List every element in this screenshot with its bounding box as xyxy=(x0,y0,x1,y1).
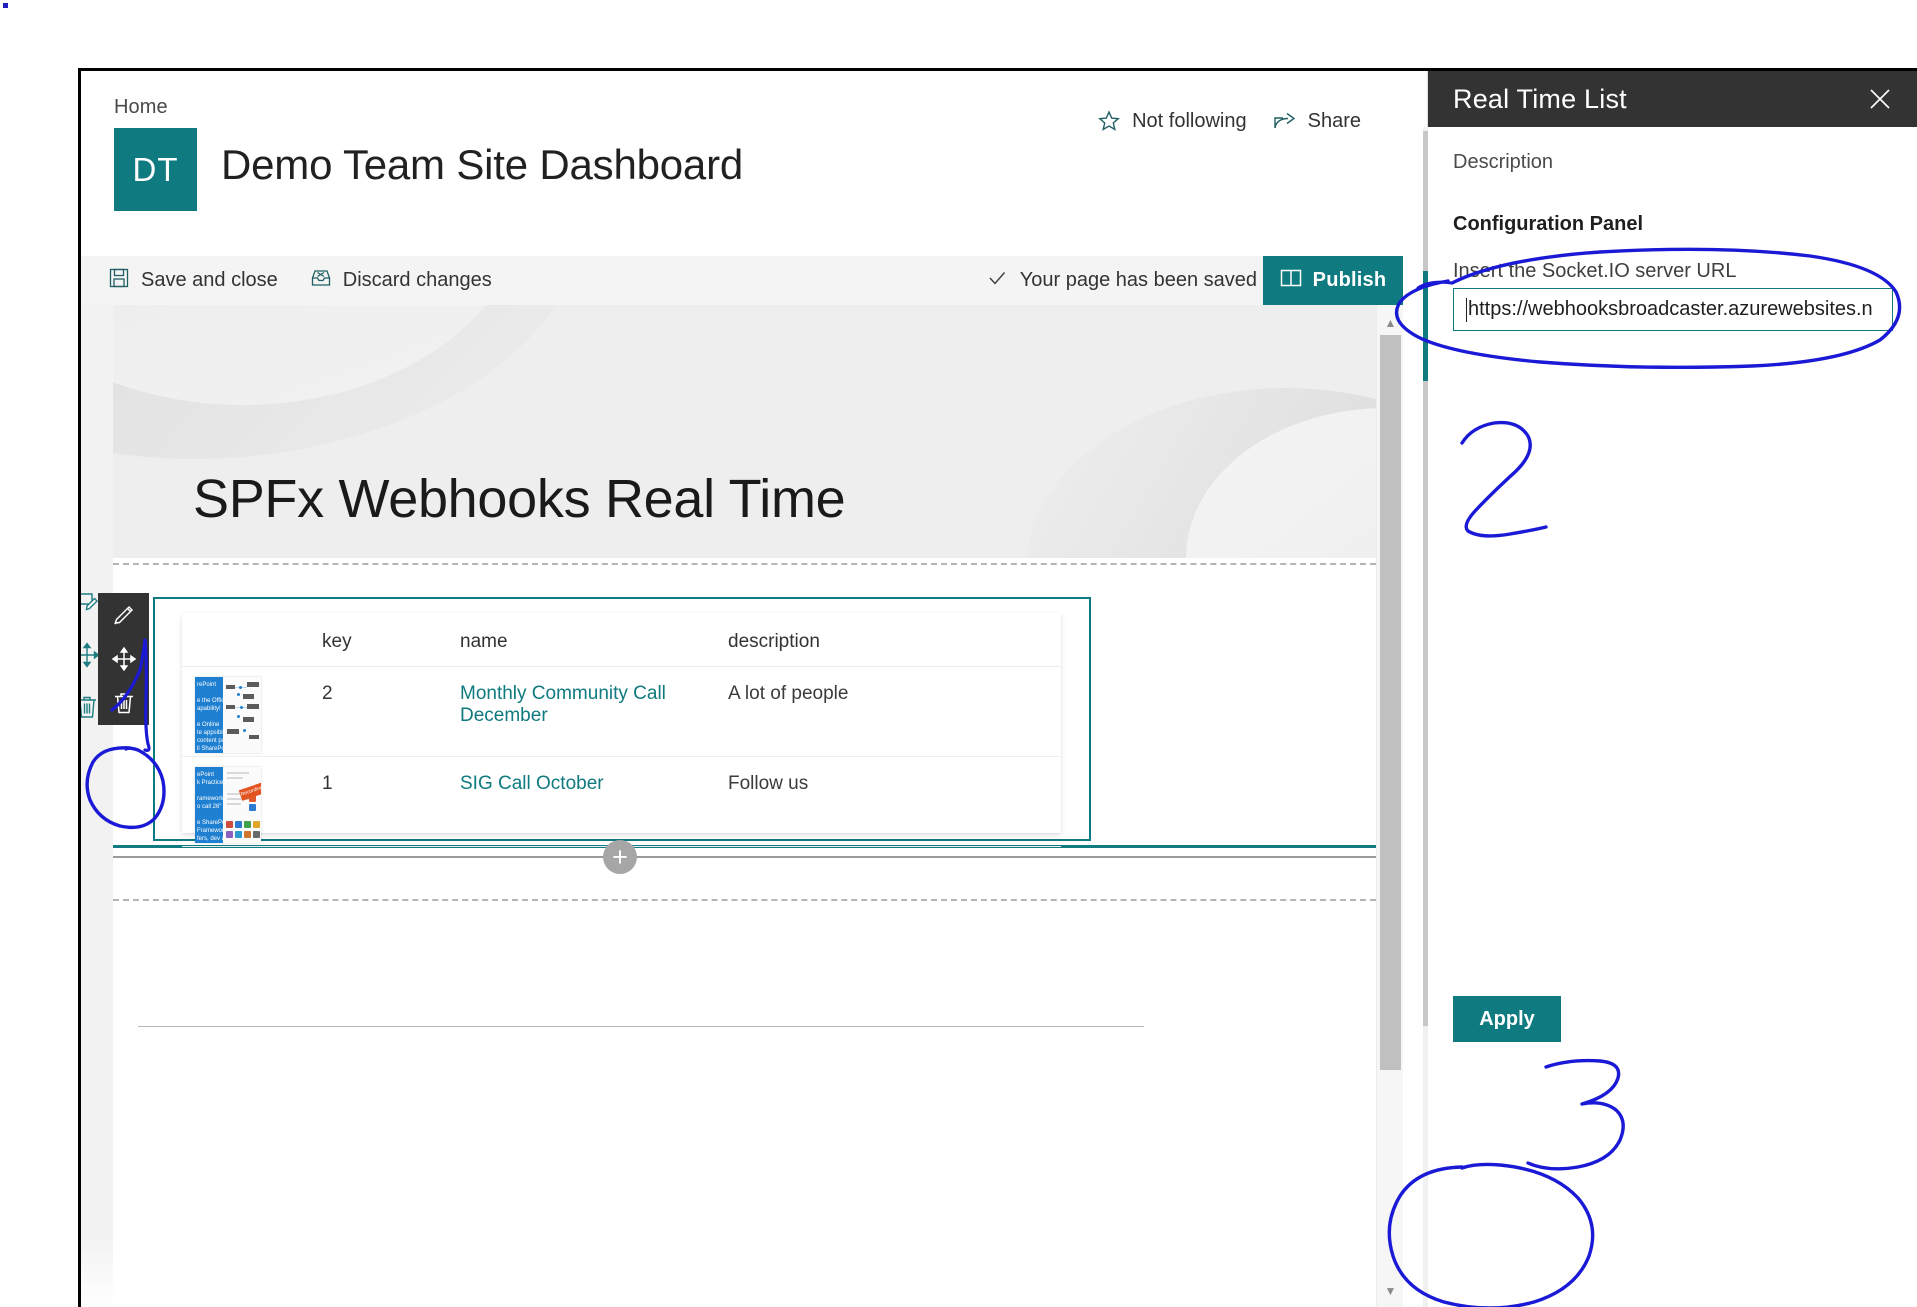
apply-button[interactable]: Apply xyxy=(1453,996,1561,1042)
save-disk-icon xyxy=(108,267,130,295)
discard-icon xyxy=(310,267,332,295)
cell-key: 1 xyxy=(322,757,460,847)
cell-name-link[interactable]: Monthly Community Call December xyxy=(460,667,728,727)
table-head: key name description xyxy=(182,613,1061,667)
discard-changes-button[interactable]: Discard changes xyxy=(310,267,492,295)
scroll-down-arrow-icon[interactable]: ▼ xyxy=(1377,1279,1403,1303)
cell-name: SIG Call October xyxy=(460,757,728,847)
publish-button[interactable]: Publish xyxy=(1263,256,1403,305)
section-divider-top xyxy=(113,563,1376,565)
sharepoint-sig-call-october-thumbnail: ePointk Practicesramework Specialo call … xyxy=(195,767,261,843)
socketio-url-value: https://webhooksbroadcaster.azurewebsite… xyxy=(1468,298,1873,321)
table-body: rePointe the Officeapability!e Onlinete … xyxy=(182,667,1061,847)
scrollbar-thumb[interactable] xyxy=(1380,335,1401,1070)
command-bar: Save and close Discard changes Y xyxy=(81,256,1403,305)
realtime-list-webpart[interactable]: key name description rePointe the Office… xyxy=(153,597,1091,841)
webpart-floating-toolbar xyxy=(98,593,149,725)
cell-thumbnail: ePointk Practicesramework Specialo call … xyxy=(182,757,322,847)
pane-scroll-thumb[interactable] xyxy=(1423,131,1428,1026)
header-actions: Not following Share xyxy=(1097,109,1361,133)
publish-label: Publish xyxy=(1313,269,1387,292)
cell-description-value: A lot of people xyxy=(728,667,1061,705)
webpart-move-button[interactable] xyxy=(98,637,149,681)
cell-thumbnail: rePointe the Officeapability!e Onlinete … xyxy=(182,667,322,757)
page-title: Demo Team Site Dashboard xyxy=(221,141,743,189)
thumb-right-panel xyxy=(223,677,261,753)
discard-changes-label: Discard changes xyxy=(343,269,492,292)
breadcrumb[interactable]: Home xyxy=(114,96,168,119)
command-bar-left-group: Save and close Discard changes xyxy=(108,267,492,295)
not-following-button[interactable]: Not following xyxy=(1097,109,1247,133)
canvas-left-rail-fade xyxy=(81,1235,113,1307)
table-row[interactable]: ePointk Practicesramework Specialo call … xyxy=(182,757,1061,847)
property-pane-title: Real Time List xyxy=(1453,84,1627,115)
realtime-list-table: key name description rePointe the Office… xyxy=(182,613,1061,847)
add-section-line xyxy=(113,856,1376,858)
cell-key-value: 1 xyxy=(322,757,460,795)
page-saved-label: Your page has been saved xyxy=(1020,269,1257,292)
cell-description: Follow us xyxy=(728,757,1061,847)
star-icon xyxy=(1097,109,1121,133)
property-pane-header: Real Time List xyxy=(1428,71,1917,127)
book-icon xyxy=(1280,268,1302,294)
configuration-panel-heading: Configuration Panel xyxy=(1453,213,1643,236)
column-header-thumbnail xyxy=(182,613,322,667)
cell-key-value: 2 xyxy=(322,667,460,705)
page-canvas: SPFx Webhooks Real Time xyxy=(81,305,1403,1307)
webpart-content-card: key name description rePointe the Office… xyxy=(182,613,1061,833)
share-label: Share xyxy=(1308,110,1361,133)
socketio-url-label: Insert the Socket.IO server URL xyxy=(1453,260,1736,283)
cell-key: 2 xyxy=(322,667,460,757)
cell-description: A lot of people xyxy=(728,667,1061,757)
site-logo-avatar: DT xyxy=(114,128,197,211)
table-header-row: key name description xyxy=(182,613,1061,667)
not-following-label: Not following xyxy=(1132,110,1247,133)
close-icon[interactable] xyxy=(1862,81,1898,117)
share-button[interactable]: Share xyxy=(1273,109,1361,133)
webpart-edit-button[interactable] xyxy=(98,593,149,637)
pane-description-label: Description xyxy=(1453,151,1553,174)
pane-accent-bar xyxy=(1423,271,1428,381)
socketio-url-input[interactable]: https://webhooksbroadcaster.azurewebsite… xyxy=(1453,288,1893,331)
site-header: Home DT Demo Team Site Dashboard Not fol… xyxy=(81,71,1403,256)
stray-ink-dot xyxy=(3,3,8,8)
save-and-close-label: Save and close xyxy=(141,269,278,292)
canvas-scrollbar[interactable]: ▲ ▼ xyxy=(1376,305,1403,1307)
bottom-horizontal-rule xyxy=(138,1026,1144,1027)
canvas-left-rail xyxy=(81,305,113,1307)
thumb-right-panel: Recording now available xyxy=(223,767,261,843)
cell-name-link[interactable]: SIG Call October xyxy=(460,757,728,795)
scroll-up-arrow-icon[interactable]: ▲ xyxy=(1377,311,1403,335)
cell-description-value: Follow us xyxy=(728,757,1061,795)
section-divider-bottom xyxy=(113,899,1376,901)
column-header-name: name xyxy=(460,613,728,667)
cell-name: Monthly Community Call December xyxy=(460,667,728,757)
checkmark-icon xyxy=(987,268,1007,294)
page-hero-banner[interactable]: SPFx Webhooks Real Time xyxy=(113,305,1376,558)
sharepoint-office-capability-thumbnail: rePointe the Officeapability!e Onlinete … xyxy=(195,677,261,753)
share-icon xyxy=(1273,109,1297,133)
property-pane: Real Time List Description Configuration… xyxy=(1427,71,1917,1307)
column-header-description: description xyxy=(728,613,1061,667)
text-caret xyxy=(1466,298,1467,322)
add-section-button[interactable]: + xyxy=(603,840,637,874)
column-header-key: key xyxy=(322,613,460,667)
hero-title: SPFx Webhooks Real Time xyxy=(193,468,845,530)
table-row[interactable]: rePointe the Officeapability!e Onlinete … xyxy=(182,667,1061,757)
screenshot-root: Home DT Demo Team Site Dashboard Not fol… xyxy=(0,0,1917,1307)
save-and-close-button[interactable]: Save and close xyxy=(108,267,278,295)
page-saved-status: Your page has been saved xyxy=(987,268,1257,294)
webpart-delete-button[interactable] xyxy=(98,681,149,725)
